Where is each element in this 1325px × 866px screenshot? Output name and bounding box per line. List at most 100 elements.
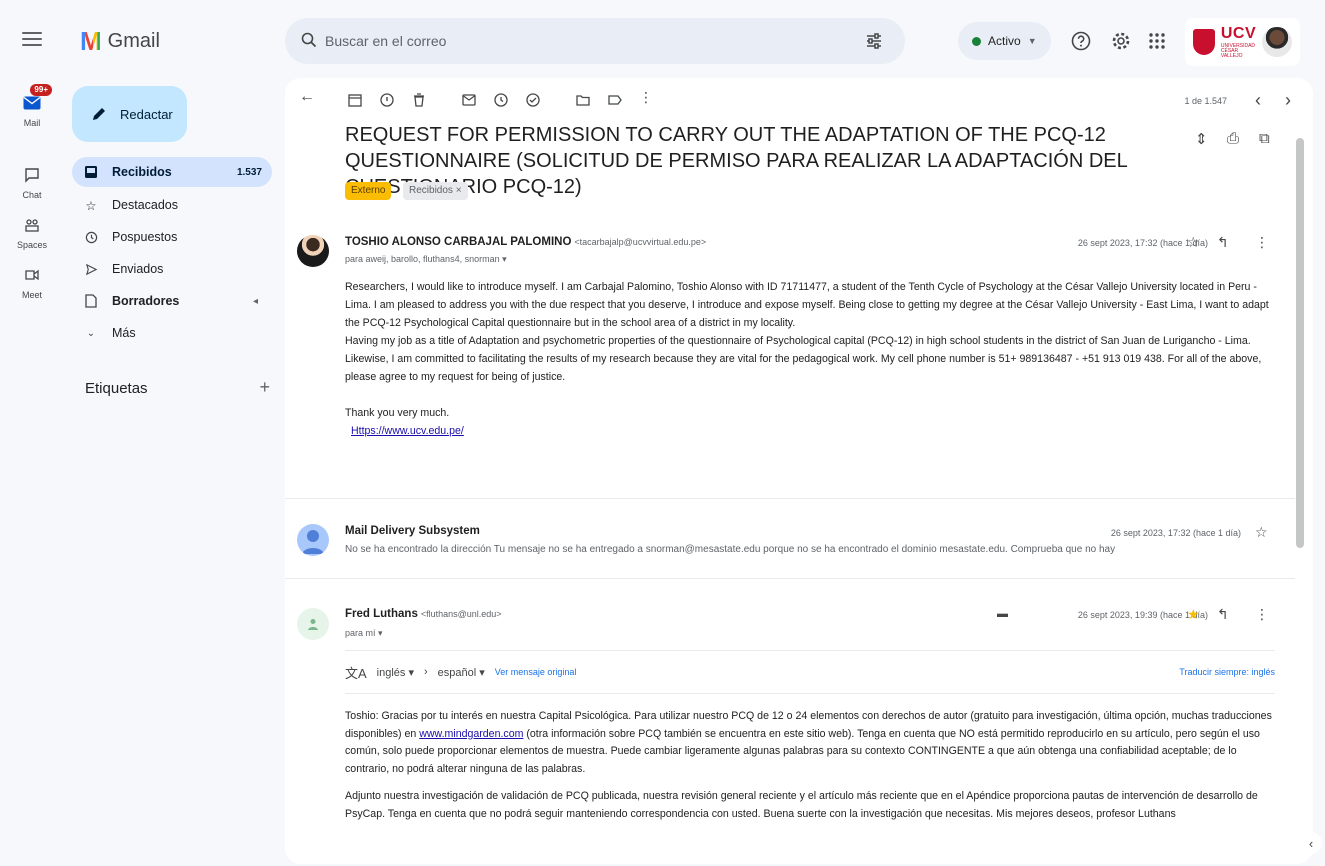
mindgarden-link[interactable]: www.mindgarden.com	[419, 728, 523, 740]
add-task-icon[interactable]	[525, 92, 541, 108]
message-recipients[interactable]: para aweij, barollo, fluthans4, snorman …	[345, 254, 507, 265]
label-tag-icon[interactable]	[607, 92, 623, 108]
translate-bar: 文A inglés ▾ › español ▾ Ver mensaje orig…	[345, 650, 1275, 694]
archive-icon[interactable]	[347, 92, 363, 108]
gmail-logo[interactable]: M Gmail	[80, 28, 160, 54]
nav-item-sent[interactable]: Enviados	[72, 254, 272, 284]
expand-collapse-icon[interactable]: ⇕	[1195, 130, 1208, 148]
top-bar: M Gmail Activo ▼ UCV UNIVERSIDAD CÉSAR V…	[0, 0, 1325, 76]
compose-button[interactable]: Redactar	[72, 86, 187, 142]
signature-link[interactable]: Https://www.ucv.edu.pe/	[351, 425, 464, 437]
mail-badge: 99+	[30, 84, 52, 96]
rail-mail-label: Mail	[23, 118, 41, 128]
star-filled-icon[interactable]: ★	[1187, 606, 1200, 623]
rail-chat[interactable]: Chat	[0, 162, 64, 200]
inbox-icon	[85, 166, 97, 178]
pager-count: 1 de 1.547	[1184, 96, 1227, 106]
message-sender[interactable]: Mail Delivery Subsystem	[345, 525, 480, 537]
message-sender[interactable]: Fred Luthans <fluthans@unl.edu>	[345, 608, 502, 620]
apps-grid-icon[interactable]	[1146, 30, 1168, 52]
message-recipients[interactable]: para mí ▾	[345, 628, 383, 639]
more-vert-icon[interactable]: ⋮	[1255, 234, 1269, 251]
nav-item-drafts[interactable]: Borradores ◂	[72, 286, 272, 316]
message-sender[interactable]: TOSHIO ALONSO CARBAJAL PALOMINO <tacarbaj…	[345, 236, 706, 248]
search-options-icon[interactable]	[865, 32, 883, 50]
nav-item-label: Pospuestos	[112, 230, 178, 244]
labels-section: Etiquetas +	[85, 378, 270, 397]
rail-spaces-label: Spaces	[16, 240, 48, 250]
star-icon[interactable]: ☆	[1255, 524, 1268, 541]
star-icon[interactable]: ☆	[1187, 234, 1200, 251]
status-selector[interactable]: Activo ▼	[958, 22, 1051, 60]
nav-item-starred[interactable]: ☆ Destacados	[72, 190, 272, 220]
search-bar	[285, 18, 905, 64]
rail-meet[interactable]: Meet	[0, 262, 64, 300]
move-to-folder-icon[interactable]	[575, 92, 591, 108]
ucv-shield-icon	[1193, 29, 1215, 55]
message-snippet[interactable]: No se ha encontrado la dirección Tu mens…	[345, 544, 1245, 555]
settings-gear-icon[interactable]	[1110, 30, 1132, 52]
snooze-clock-icon[interactable]	[493, 92, 509, 108]
brand-subtitle: UNIVERSIDAD CÉSAR VALLEJO	[1220, 42, 1256, 59]
spaces-icon	[25, 219, 39, 232]
chevron-down-icon: ⌄	[86, 327, 96, 339]
account-brand[interactable]: UCV UNIVERSIDAD CÉSAR VALLEJO	[1185, 18, 1300, 66]
send-icon	[85, 263, 97, 275]
source-language-select[interactable]: inglés ▾	[377, 666, 414, 679]
more-vert-icon[interactable]: ⋮	[639, 89, 655, 105]
translate-arrow-icon: ›	[424, 666, 428, 678]
older-chevron-icon[interactable]: ›	[1285, 90, 1291, 111]
pencil-icon	[93, 108, 105, 120]
divider	[285, 498, 1295, 499]
print-icon[interactable]: ⎙	[1227, 130, 1239, 147]
body-closing: Thank you very much.	[345, 407, 450, 419]
thread-subject: REQUEST FOR PERMISSION TO CARRY OUT THE …	[345, 124, 1128, 198]
attachment-icon: ▬	[997, 608, 1008, 620]
mark-unread-icon[interactable]	[461, 92, 477, 108]
nav-item-inbox[interactable]: Recibidos 1.537	[72, 157, 272, 187]
app-name: Gmail	[107, 29, 160, 52]
rail-chat-label: Chat	[22, 190, 42, 200]
sender-address: <tacarbajalp@ucvvirtual.edu.pe>	[574, 237, 707, 247]
help-icon[interactable]	[1070, 30, 1092, 52]
nav-item-snoozed[interactable]: Pospuestos	[72, 222, 272, 252]
translate-icon: 文A	[345, 665, 367, 681]
message-toolbar: ← ⋮ 1 de 1.547 ‹ ›	[285, 78, 1313, 122]
back-arrow-icon[interactable]: ←	[299, 88, 315, 105]
body-paragraph: Having my job as a title of Adaptation a…	[345, 335, 1251, 347]
scrollbar-thumb[interactable]	[1296, 138, 1304, 548]
sender-avatar[interactable]	[297, 235, 329, 267]
search-icon[interactable]	[301, 32, 317, 48]
reply-icon[interactable]: ↰	[1217, 606, 1229, 623]
target-language-select[interactable]: español ▾	[438, 666, 485, 679]
status-label: Activo	[988, 34, 1021, 48]
status-online-icon	[972, 36, 981, 46]
nav-item-label: Destacados	[112, 198, 179, 212]
nav-item-more[interactable]: ⌄ Más	[72, 318, 272, 348]
add-label-icon[interactable]: +	[259, 378, 270, 397]
caret-left-icon[interactable]: ◂	[253, 296, 258, 307]
open-new-window-icon[interactable]: ⧉	[1259, 130, 1270, 147]
sender-address: <fluthans@unl.edu>	[420, 609, 502, 619]
star-icon: ☆	[85, 198, 97, 213]
reply-icon[interactable]: ↰	[1217, 234, 1229, 251]
trash-icon[interactable]	[411, 92, 427, 108]
search-input[interactable]	[325, 28, 825, 54]
rail-mail[interactable]: 99+ Mail	[0, 84, 64, 128]
sender-avatar[interactable]	[297, 524, 329, 556]
view-original-link[interactable]: Ver mensaje original	[495, 667, 577, 677]
rail-spaces[interactable]: Spaces	[0, 212, 64, 250]
nav-item-label: Recibidos	[112, 165, 172, 179]
always-translate-link[interactable]: Traducir siempre: inglés	[1179, 667, 1275, 677]
person-icon	[308, 619, 318, 630]
side-panel-chevron-icon[interactable]: ‹	[1300, 832, 1322, 854]
meet-icon	[25, 269, 39, 281]
sender-avatar[interactable]	[297, 608, 329, 640]
main-menu-icon[interactable]	[22, 32, 42, 48]
body-paragraph: Researchers, I would like to introduce m…	[345, 281, 1269, 329]
newer-chevron-icon[interactable]: ‹	[1255, 90, 1261, 111]
report-spam-icon[interactable]	[379, 92, 395, 108]
inbox-label-chip[interactable]: Recibidos ×	[403, 182, 468, 200]
account-avatar[interactable]	[1262, 27, 1292, 57]
more-vert-icon[interactable]: ⋮	[1255, 606, 1269, 623]
